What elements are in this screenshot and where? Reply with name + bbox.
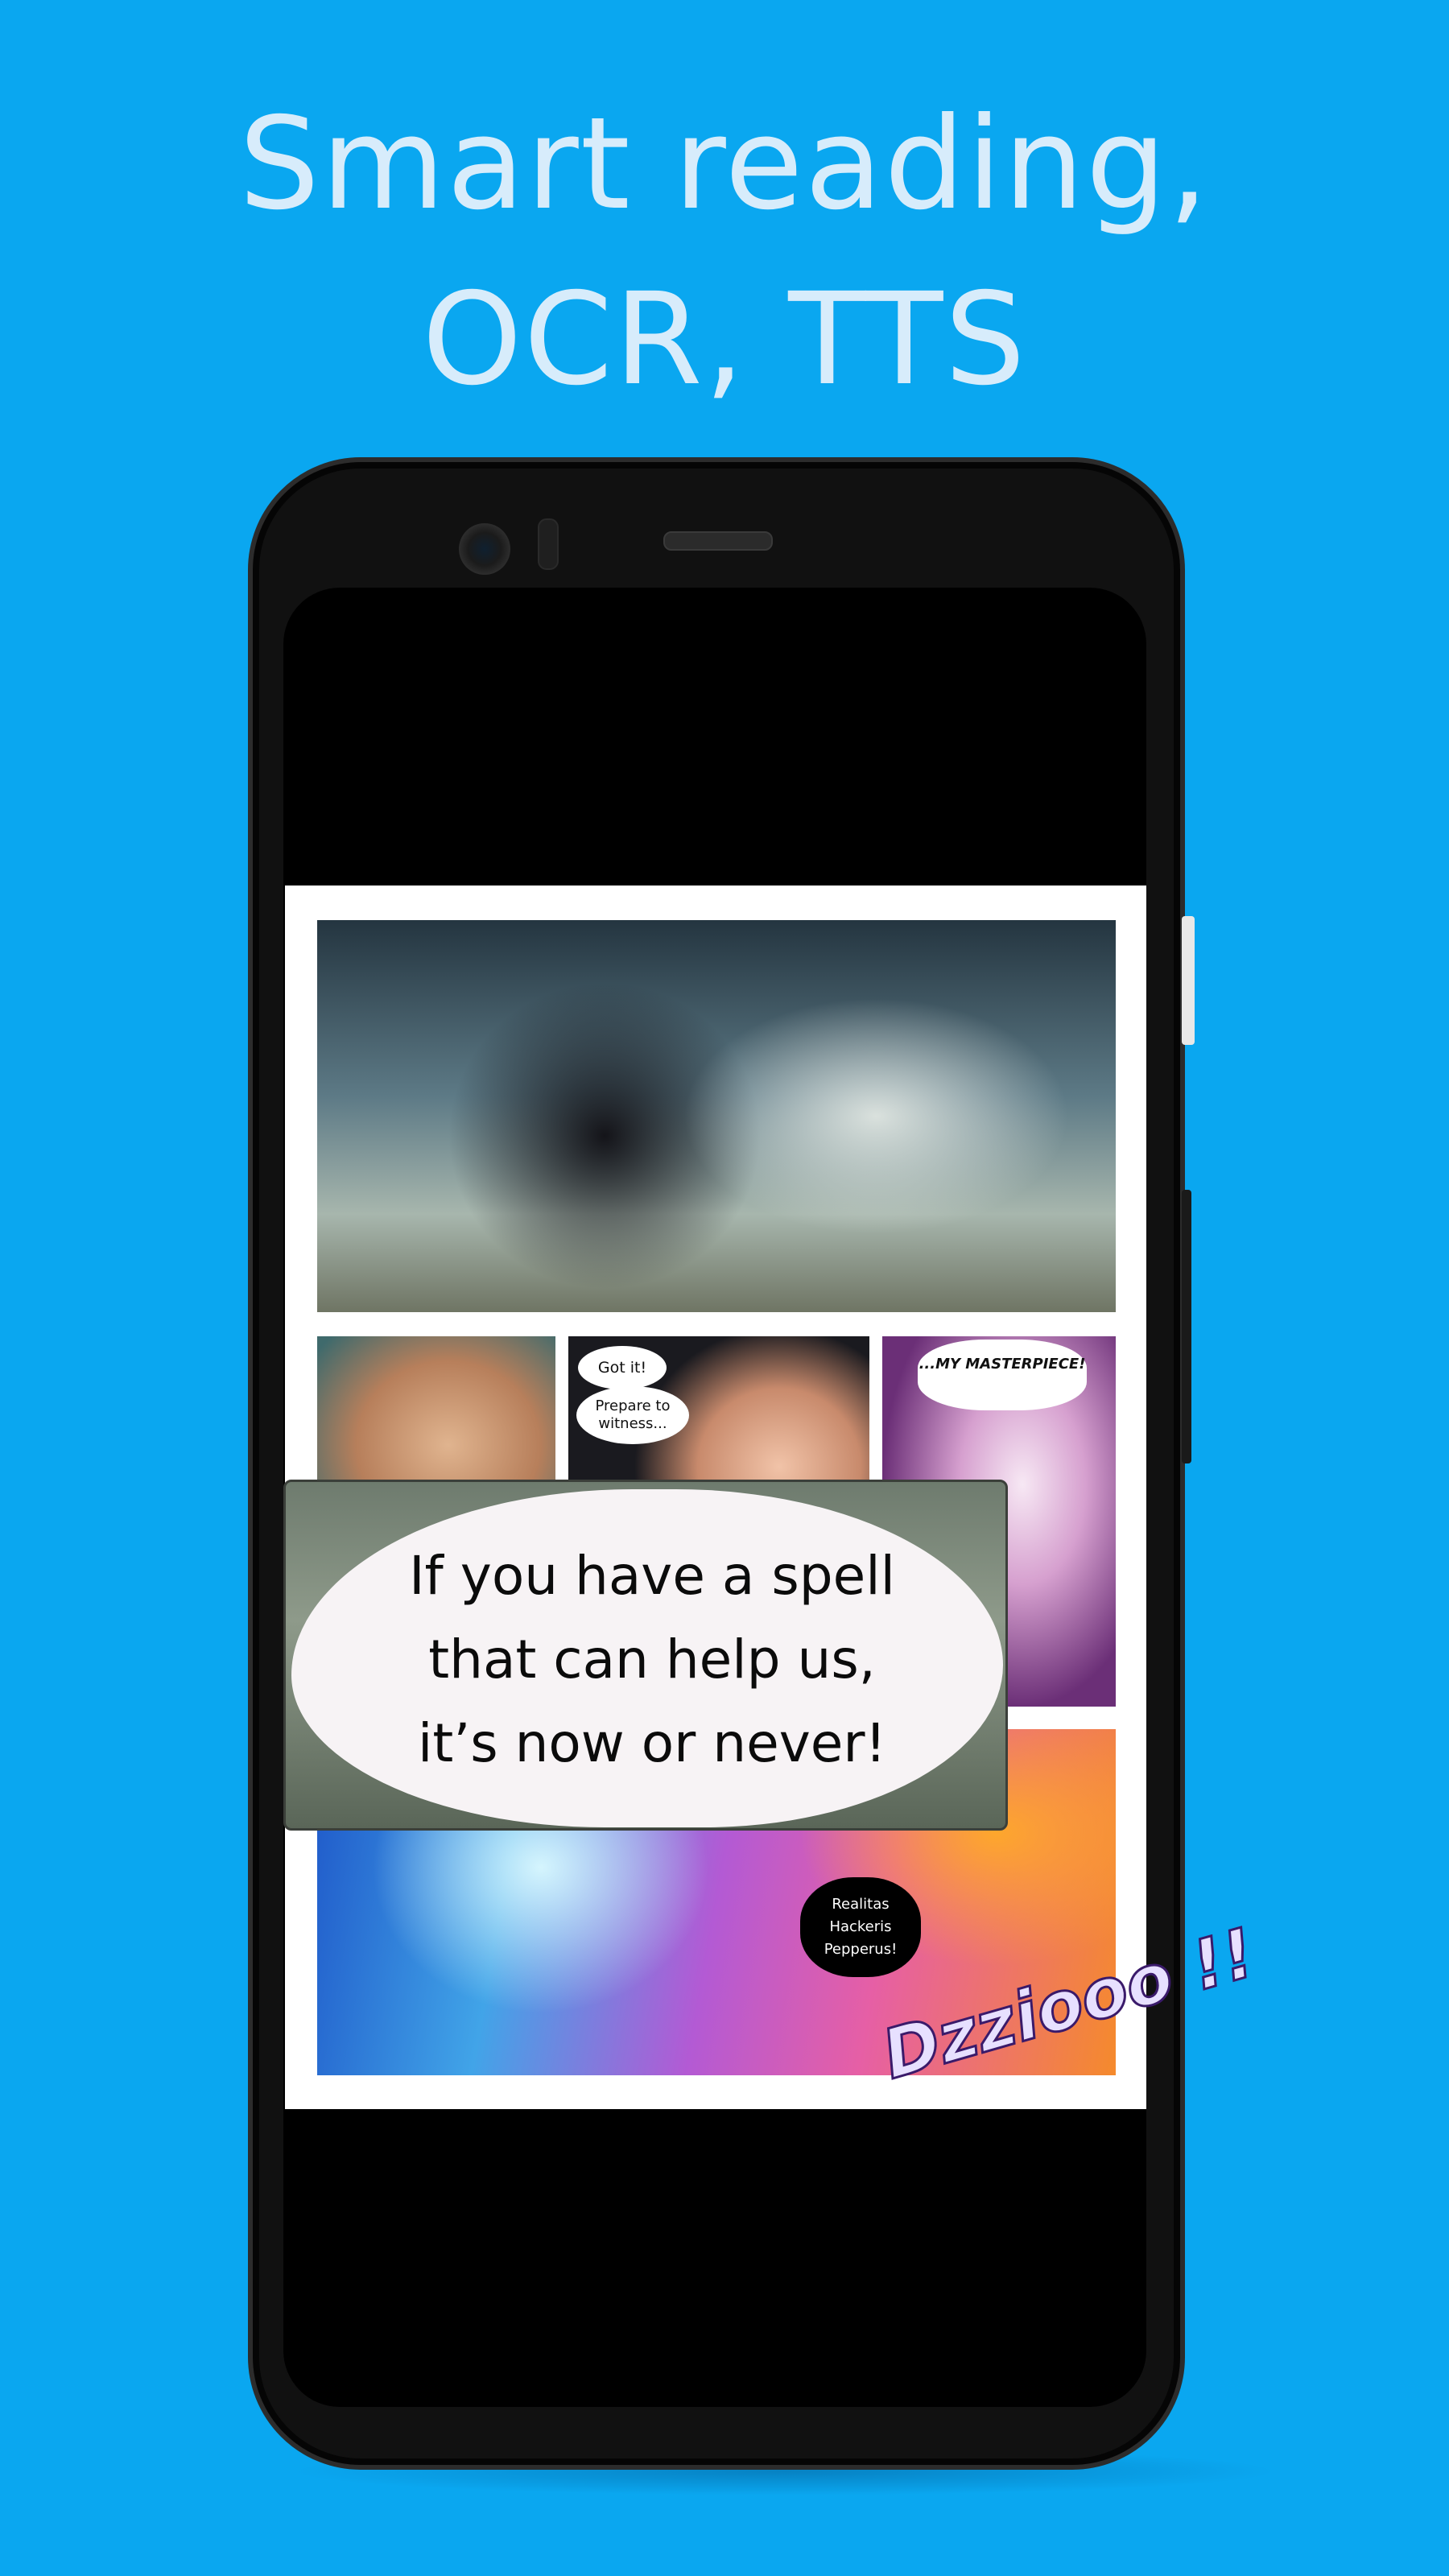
power-button bbox=[1182, 916, 1195, 1045]
headline-line-2: OCR, TTS bbox=[422, 266, 1027, 414]
front-camera-icon bbox=[459, 523, 510, 575]
ocr-line-3: it’s now or never! bbox=[418, 1712, 886, 1774]
speech-bubble-prepare[interactable]: Prepare to witness... bbox=[576, 1386, 689, 1444]
ocr-popup-text: If you have a spell that can help us, it… bbox=[338, 1534, 966, 1785]
ocr-line-2: that can help us, bbox=[428, 1629, 876, 1690]
headline: Smart reading, OCR, TTS bbox=[0, 76, 1449, 427]
speech-bubble-masterpiece[interactable]: ...MY MASTERPIECE! bbox=[918, 1340, 1087, 1410]
speech-bubble-spell[interactable]: Realitas Hackeris Pepperus! bbox=[800, 1877, 921, 1977]
earpiece-icon bbox=[663, 531, 773, 551]
volume-button bbox=[1182, 1190, 1191, 1463]
sensor-icon bbox=[538, 518, 559, 570]
speech-bubble-got-it[interactable]: Got it! bbox=[578, 1346, 667, 1389]
comic-panel-heroes[interactable] bbox=[317, 920, 1116, 1312]
ocr-line-1: If you have a spell bbox=[409, 1545, 895, 1607]
headline-line-1: Smart reading, bbox=[238, 90, 1211, 238]
